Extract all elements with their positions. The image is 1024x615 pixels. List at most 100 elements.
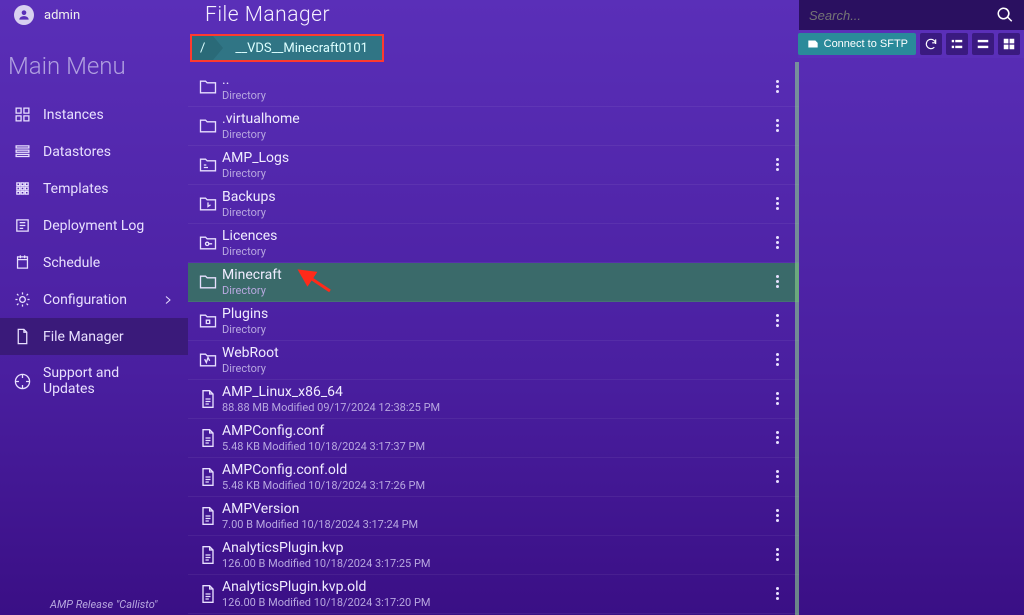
sftp-icon (806, 37, 820, 51)
chevron-right-icon (162, 294, 174, 306)
folder-icon (194, 272, 222, 292)
file-menu-button[interactable] (765, 509, 789, 522)
schedule-icon (14, 254, 31, 271)
file-row[interactable]: ..Directory (188, 68, 799, 107)
file-name: AMPConfig.conf.old (222, 462, 765, 479)
content-area: / __VDS__Minecraft0101 ..Directory.virtu… (188, 34, 799, 615)
file-subtext: 5.48 KB Modified 10/18/2024 3:17:37 PM (222, 440, 765, 453)
file-name: AMP_Linux_x86_64 (222, 384, 765, 401)
file-row[interactable]: AnalyticsPlugin.kvp.old126.00 B Modified… (188, 575, 799, 614)
file-name: Licences (222, 228, 765, 245)
file-subtext: Directory (222, 89, 765, 102)
view-list-button[interactable] (946, 33, 968, 55)
search-bar[interactable] (799, 0, 1024, 30)
file-name: AnalyticsPlugin.kvp.old (222, 579, 765, 596)
sidebar-item-configuration[interactable]: Configuration (0, 281, 188, 318)
sidebar-item-support-and-updates[interactable]: Support and Updates (0, 355, 188, 407)
breadcrumb-root[interactable]: / (192, 36, 213, 60)
file-menu-button[interactable] (765, 470, 789, 483)
datastores-icon (14, 143, 31, 160)
file-row[interactable]: AMP_Linux_x86_6488.88 MB Modified 09/17/… (188, 380, 799, 419)
file-menu-button[interactable] (765, 119, 789, 132)
log-icon (14, 217, 31, 234)
view-grid-button[interactable] (998, 33, 1020, 55)
file-menu-button[interactable] (765, 158, 789, 171)
sidebar-item-label: Support and Updates (43, 365, 174, 397)
sidebar-item-schedule[interactable]: Schedule (0, 244, 188, 281)
file-name: AMP_Logs (222, 150, 765, 167)
user-area[interactable]: admin (0, 0, 80, 30)
file-list[interactable]: ..Directory.virtualhomeDirectoryAMP_Logs… (188, 68, 799, 615)
refresh-button[interactable] (920, 33, 942, 55)
sidebar-item-deployment-log[interactable]: Deployment Log (0, 207, 188, 244)
detail-icon (976, 37, 990, 51)
support-icon (14, 373, 31, 390)
sidebar-item-label: Configuration (43, 292, 127, 308)
file-name: Plugins (222, 306, 765, 323)
file-subtext: 88.88 MB Modified 09/17/2024 12:38:25 PM (222, 401, 765, 414)
file-subtext: 7.00 B Modified 10/18/2024 3:17:24 PM (222, 518, 765, 531)
file-menu-button[interactable] (765, 236, 789, 249)
sidebar-item-label: Templates (43, 181, 109, 197)
file-menu-button[interactable] (765, 314, 789, 327)
sidebar-item-datastores[interactable]: Datastores (0, 133, 188, 170)
sidebar-item-instances[interactable]: Instances (0, 96, 188, 133)
file-subtext: 126.00 B Modified 10/18/2024 3:17:25 PM (222, 557, 765, 570)
sidebar-item-label: Deployment Log (43, 218, 144, 234)
file-icon (194, 545, 222, 565)
breadcrumb-folder[interactable]: __VDS__Minecraft0101 (213, 36, 382, 60)
search-input[interactable] (809, 8, 996, 23)
search-icon[interactable] (996, 6, 1014, 24)
folder-icon (194, 116, 222, 136)
folder-icon (194, 155, 222, 175)
file-subtext: 5.48 KB Modified 10/18/2024 3:17:26 PM (222, 479, 765, 492)
folder-icon (194, 77, 222, 97)
sidebar-item-label: Instances (43, 107, 104, 123)
folder-icon (194, 233, 222, 253)
file-menu-button[interactable] (765, 197, 789, 210)
templates-icon (14, 180, 31, 197)
folder-icon (194, 311, 222, 331)
file-row[interactable]: AMP_LogsDirectory (188, 146, 799, 185)
file-menu-button[interactable] (765, 353, 789, 366)
file-name: WebRoot (222, 345, 765, 362)
file-row[interactable]: .virtualhomeDirectory (188, 107, 799, 146)
sidebar-item-file-manager[interactable]: File Manager (0, 318, 188, 355)
refresh-icon (924, 37, 938, 51)
scrollbar[interactable] (795, 62, 799, 615)
file-row[interactable]: AMPConfig.conf5.48 KB Modified 10/18/202… (188, 419, 799, 458)
file-row[interactable]: AnalyticsPlugin.kvp126.00 B Modified 10/… (188, 536, 799, 575)
sidebar: Main Menu InstancesDatastoresTemplatesDe… (0, 30, 188, 615)
folder-icon (194, 350, 222, 370)
view-detail-button[interactable] (972, 33, 994, 55)
sidebar-item-label: Schedule (43, 255, 100, 271)
file-menu-button[interactable] (765, 587, 789, 600)
file-icon (194, 428, 222, 448)
file-row[interactable]: BackupsDirectory (188, 185, 799, 224)
file-menu-button[interactable] (765, 431, 789, 444)
file-row[interactable]: AMPVersion7.00 B Modified 10/18/2024 3:1… (188, 497, 799, 536)
sidebar-item-templates[interactable]: Templates (0, 170, 188, 207)
footer-release: AMP Release "Callisto" (0, 594, 207, 615)
instances-icon (14, 106, 31, 123)
file-menu-button[interactable] (765, 275, 789, 288)
file-name: Backups (222, 189, 765, 206)
page-title: File Manager (205, 3, 330, 27)
file-row[interactable]: WebRootDirectory (188, 341, 799, 380)
file-menu-button[interactable] (765, 80, 789, 93)
file-row[interactable]: AMPConfig.conf.old5.48 KB Modified 10/18… (188, 458, 799, 497)
breadcrumb: / __VDS__Minecraft0101 (190, 34, 384, 62)
file-menu-button[interactable] (765, 548, 789, 561)
file-subtext: Directory (222, 284, 765, 297)
file-subtext: Directory (222, 245, 765, 258)
file-row[interactable]: MinecraftDirectory (188, 263, 799, 302)
file-menu-button[interactable] (765, 392, 789, 405)
file-row[interactable]: LicencesDirectory (188, 224, 799, 263)
file-icon (194, 467, 222, 487)
connect-sftp-button[interactable]: Connect to SFTP (798, 33, 916, 55)
file-subtext: Directory (222, 362, 765, 375)
grid-icon (1002, 37, 1016, 51)
file-toolbar: Connect to SFTP (798, 30, 1024, 58)
file-subtext: Directory (222, 128, 765, 141)
file-row[interactable]: PluginsDirectory (188, 302, 799, 341)
